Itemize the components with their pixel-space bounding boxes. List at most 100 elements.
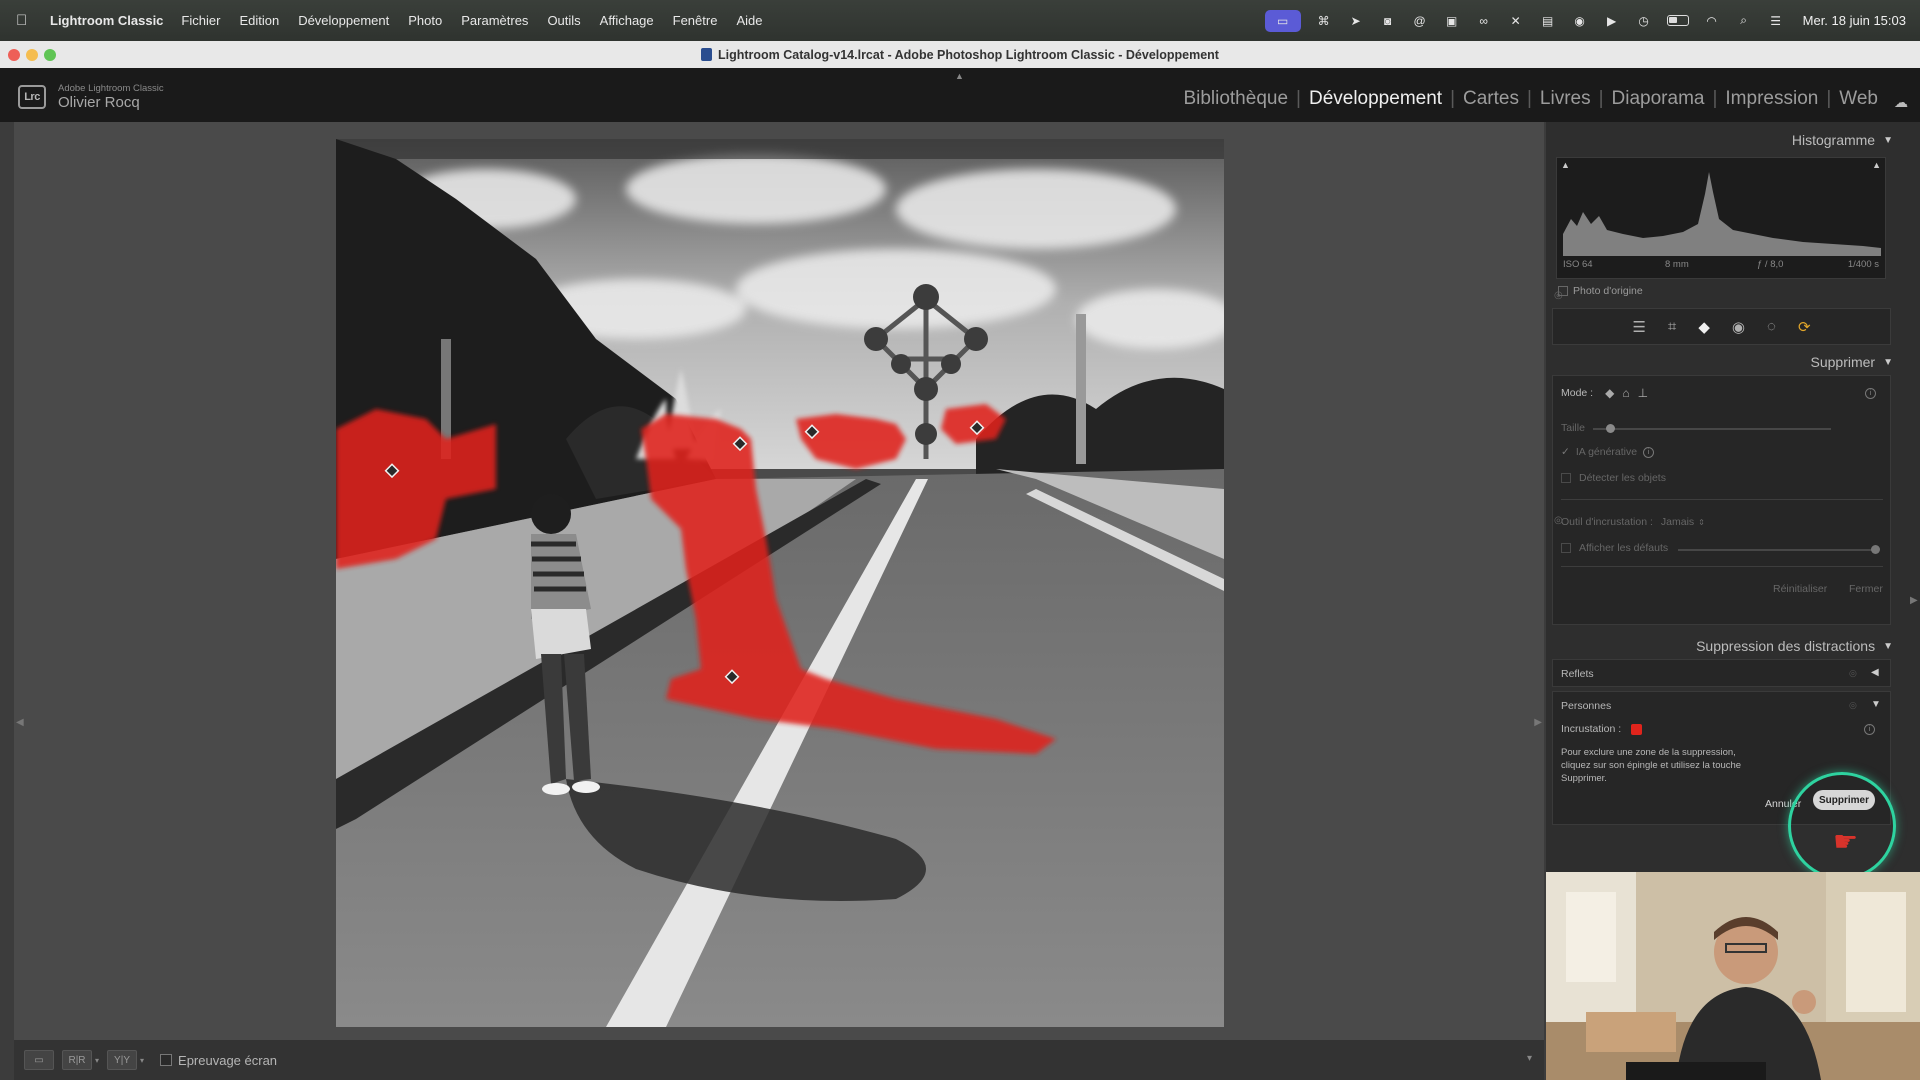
panel-visibility-icon[interactable]: ◎ <box>1554 290 1563 301</box>
reset-button[interactable]: Réinitialiser <box>1773 583 1827 595</box>
expand-icon[interactable]: ◀ <box>1871 667 1879 678</box>
right-panel-toggle-icon[interactable]: ▶ <box>1534 717 1542 728</box>
photo-canvas[interactable] <box>336 139 1224 1027</box>
soft-proof-checkbox[interactable] <box>160 1054 173 1066</box>
clock-icon[interactable]: ◷ <box>1635 13 1653 29</box>
chevron-down-icon[interactable]: ▾ <box>140 1056 144 1065</box>
show-defaults-row[interactable]: Afficher les défauts <box>1561 542 1668 554</box>
collapse-icon[interactable]: ▼ <box>1883 135 1893 146</box>
before-after-icon[interactable]: R|R <box>62 1050 92 1070</box>
menu-outils[interactable]: Outils <box>547 13 580 28</box>
chevron-updown-icon[interactable]: ⇕ <box>1698 518 1705 527</box>
reflections-row[interactable]: Reflets ◎ ◀ <box>1552 659 1891 687</box>
minimize-window-button[interactable] <box>26 49 38 61</box>
cursor-icon[interactable]: ➤ <box>1347 13 1365 29</box>
show-defaults-checkbox[interactable] <box>1561 543 1571 553</box>
detect-objects-checkbox[interactable] <box>1561 473 1571 483</box>
chevron-down-icon[interactable]: ▾ <box>95 1056 99 1065</box>
zoom-window-button[interactable] <box>44 49 56 61</box>
module-cartes[interactable]: Cartes <box>1455 88 1527 110</box>
presets-icon[interactable]: ⟳ <box>1798 318 1811 336</box>
creative-cloud-icon[interactable]: ∞ <box>1475 13 1493 29</box>
histogram-header[interactable]: Histogramme ▼ <box>1552 128 1897 152</box>
size-slider-knob[interactable] <box>1605 424 1615 433</box>
collapse-icon[interactable]: ▼ <box>1871 699 1881 710</box>
loupe-view-icon[interactable]: ▭ <box>24 1050 54 1070</box>
cloud-sync-icon[interactable]: ☁ <box>1894 94 1908 111</box>
x-icon[interactable]: ✕ <box>1507 13 1525 29</box>
menu-fenetre[interactable]: Fenêtre <box>673 13 718 28</box>
menubar-clock[interactable]: Mer. 18 juin 15:03 <box>1803 13 1906 28</box>
module-diaporama[interactable]: Diaporama <box>1604 88 1713 110</box>
camera-icon[interactable]: ◙ <box>1379 13 1397 29</box>
defaults-slider[interactable] <box>1678 549 1878 551</box>
histogram-graph <box>1563 172 1881 256</box>
generative-ai-row[interactable]: ✓ IA générative i <box>1561 446 1655 458</box>
wifi-icon[interactable]: ◠ <box>1703 13 1721 29</box>
app2-icon[interactable]: ▣ <box>1443 13 1461 29</box>
clone-mode-icon[interactable]: ⊥ <box>1638 386 1648 400</box>
menu-photo[interactable]: Photo <box>408 13 442 28</box>
search-icon[interactable]: ⌕ <box>1735 13 1753 29</box>
toolbar-menu-icon[interactable]: ▾ <box>1527 1053 1532 1064</box>
histogram[interactable]: ▲ ▲ ISO 64 8 mm ƒ / 8,0 1/400 s <box>1556 157 1886 279</box>
generative-ai-info-icon[interactable]: i <box>1643 446 1655 458</box>
overlay-info-icon[interactable]: i <box>1864 724 1875 735</box>
collapse-icon[interactable]: ▼ <box>1883 357 1893 368</box>
detect-objects-row[interactable]: Détecter les objets <box>1561 472 1666 484</box>
collapse-icon[interactable]: ▼ <box>1883 641 1893 652</box>
at-icon[interactable]: @ <box>1411 13 1429 29</box>
checkmark-icon[interactable]: ✓ <box>1561 446 1570 458</box>
eye-icon[interactable]: ◎ <box>1849 700 1857 711</box>
original-photo-row[interactable]: Photo d'origine <box>1558 285 1643 297</box>
menubar-status-area: ▭ ⌘ ➤ ◙ @ ▣ ∞ ✕ ▤ ◉ ▶ ◷ ◠ ⌕ ☰ Mer. 18 ju… <box>1264 0 1906 41</box>
battery-icon[interactable] <box>1666 15 1689 26</box>
divider <box>1561 499 1883 500</box>
close-button[interactable]: Fermer <box>1849 583 1883 595</box>
close-window-button[interactable] <box>8 49 20 61</box>
module-bibliotheque[interactable]: Bibliothèque <box>1175 88 1296 110</box>
menubar-app-name[interactable]: Lightroom Classic <box>50 13 163 28</box>
crop-icon[interactable]: ⌗ <box>1668 318 1676 335</box>
before-after-toggle-icon[interactable]: Y|Y <box>107 1050 138 1070</box>
left-panel-toggle-icon[interactable]: ◀ <box>16 717 24 728</box>
people-label[interactable]: Personnes <box>1561 700 1611 712</box>
panel-visibility-icon[interactable]: ◎ <box>1554 515 1563 526</box>
top-panel-toggle-icon[interactable]: ▲ <box>955 71 964 81</box>
menu-aide[interactable]: Aide <box>736 13 762 28</box>
user-icon[interactable]: ◉ <box>1571 13 1589 29</box>
module-developpement[interactable]: Développement <box>1301 88 1450 110</box>
module-livres[interactable]: Livres <box>1532 88 1599 110</box>
remove-panel: Mode : ◆ ⌂ ⊥ i Taille ✓ IA générative i … <box>1552 375 1891 625</box>
overlay-color-swatch[interactable] <box>1631 723 1643 735</box>
defaults-slider-knob[interactable] <box>1871 545 1880 554</box>
heal-mode-icon[interactable]: ⌂ <box>1622 386 1629 400</box>
overlay-tool-value[interactable]: Jamais <box>1661 516 1694 528</box>
mode-info-icon[interactable]: i <box>1865 388 1876 399</box>
menu-affichage[interactable]: Affichage <box>600 13 654 28</box>
play-icon[interactable]: ▶ <box>1603 13 1621 29</box>
menu-developpement[interactable]: Développement <box>298 13 389 28</box>
distraction-panel-header[interactable]: Suppression des distractions ▼ <box>1552 634 1897 658</box>
remove-mode-icon[interactable]: ◆ <box>1605 386 1614 400</box>
shutter-value: 1/400 s <box>1847 259 1879 270</box>
red-eye-icon[interactable]: ◉ <box>1732 318 1745 336</box>
menu-fichier[interactable]: Fichier <box>181 13 220 28</box>
eraser-icon[interactable]: ◆ <box>1698 318 1710 336</box>
edit-sliders-icon[interactable]: ☰ <box>1632 318 1645 336</box>
clipboard-icon[interactable]: ▤ <box>1539 13 1557 29</box>
module-web[interactable]: Web <box>1831 88 1886 110</box>
eye-icon[interactable]: ◎ <box>1849 668 1857 679</box>
right-panel-toggle-icon[interactable]: ▶ <box>1910 595 1918 606</box>
module-impression[interactable]: Impression <box>1717 88 1826 110</box>
menu-parametres[interactable]: Paramètres <box>461 13 528 28</box>
apple-icon[interactable]:  <box>16 12 40 29</box>
app-icon[interactable]: ⌘ <box>1315 13 1333 29</box>
masking-icon[interactable]: ◌ <box>1767 318 1776 335</box>
overlay-tool-row[interactable]: Outil d'incrustation : Jamais ⇕ <box>1561 516 1705 528</box>
screen-share-icon[interactable]: ▭ <box>1264 9 1301 32</box>
size-slider[interactable] <box>1593 428 1831 430</box>
control-center-icon[interactable]: ☰ <box>1767 13 1785 29</box>
remove-panel-header[interactable]: Supprimer ▼ <box>1552 350 1897 374</box>
menu-edition[interactable]: Edition <box>239 13 279 28</box>
